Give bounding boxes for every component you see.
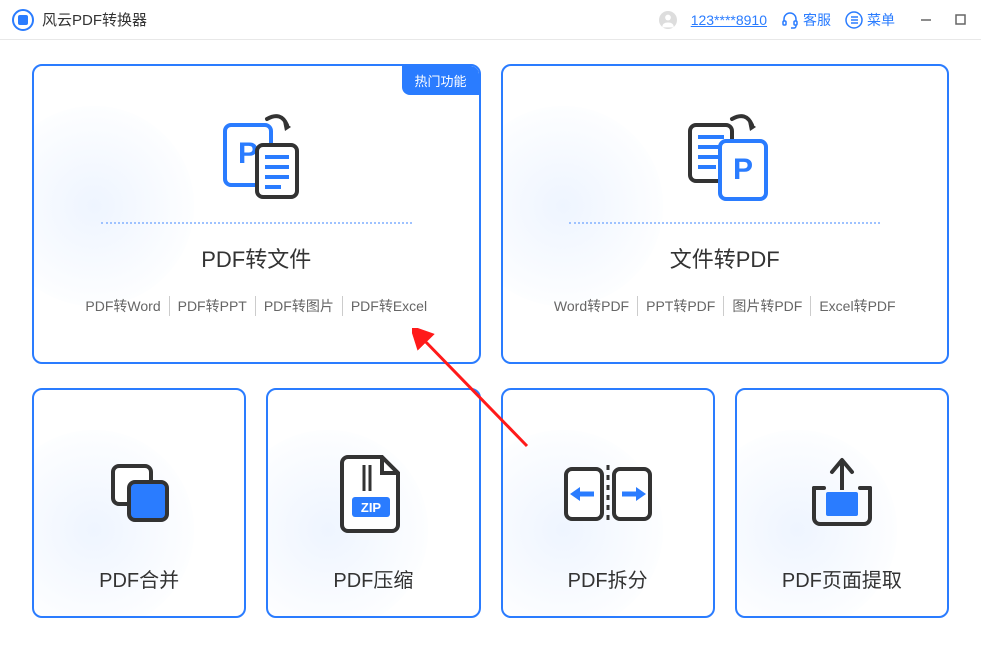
sub-pdf-to-word[interactable]: PDF转Word [77, 296, 168, 316]
content-area: 热门功能 P PDF转文件 [0, 40, 981, 642]
customer-service-label: 客服 [803, 10, 831, 30]
file-to-pdf-icon: P [670, 106, 780, 216]
hot-badge: 热门功能 [402, 66, 478, 95]
sub-image-to-pdf[interactable]: 图片转PDF [723, 296, 810, 316]
card-file-to-pdf[interactable]: P 文件转PDF Word转PDF PPT转PDF 图片转PDF Excel转P… [501, 64, 950, 364]
user-id-link[interactable]: 123****8910 [691, 12, 767, 28]
svg-text:ZIP: ZIP [361, 500, 382, 515]
card-title: PDF拆分 [568, 564, 648, 593]
headset-icon [781, 11, 799, 29]
sub-excel-to-pdf[interactable]: Excel转PDF [810, 296, 903, 316]
top-row: 热门功能 P PDF转文件 [32, 64, 949, 364]
app-title: 风云PDF转换器 [42, 9, 147, 30]
menu-list-icon [845, 11, 863, 29]
avatar-icon[interactable] [659, 11, 677, 29]
file-to-pdf-sublist: Word转PDF PPT转PDF 图片转PDF Excel转PDF [546, 296, 904, 316]
sub-word-to-pdf[interactable]: Word转PDF [546, 296, 637, 316]
menu-label: 菜单 [867, 10, 895, 30]
pdf-merge-icon [99, 444, 179, 544]
sub-pdf-to-excel[interactable]: PDF转Excel [342, 296, 435, 316]
bottom-row: PDF合并 ZIP PDF压缩 [32, 388, 949, 618]
pdf-extract-icon [802, 444, 882, 544]
divider [101, 222, 412, 224]
titlebar-right: 123****8910 客服 [659, 10, 969, 30]
svg-text:P: P [733, 153, 753, 186]
app-logo-icon [12, 9, 34, 31]
card-pdf-split[interactable]: PDF拆分 [501, 388, 715, 618]
card-pdf-extract[interactable]: PDF页面提取 [735, 388, 949, 618]
card-title: PDF页面提取 [782, 564, 902, 593]
app-window: 风云PDF转换器 123****8910 [0, 0, 981, 664]
maximize-button[interactable] [951, 11, 969, 29]
titlebar-left: 风云PDF转换器 [12, 9, 147, 31]
sub-ppt-to-pdf[interactable]: PPT转PDF [637, 296, 723, 316]
card-title: PDF压缩 [333, 564, 413, 593]
card-title: PDF转文件 [201, 242, 311, 274]
card-pdf-merge[interactable]: PDF合并 [32, 388, 246, 618]
minimize-button[interactable] [917, 11, 935, 29]
titlebar: 风云PDF转换器 123****8910 [0, 0, 981, 40]
card-pdf-compress[interactable]: ZIP PDF压缩 [266, 388, 480, 618]
pdf-to-file-icon: P [201, 106, 311, 216]
card-title: 文件转PDF [670, 242, 780, 274]
menu-button[interactable]: 菜单 [845, 10, 895, 30]
sub-pdf-to-image[interactable]: PDF转图片 [255, 296, 342, 316]
pdf-compress-icon: ZIP [338, 444, 408, 544]
window-controls [917, 11, 969, 29]
card-pdf-to-file[interactable]: 热门功能 P PDF转文件 [32, 64, 481, 364]
divider [569, 222, 880, 224]
pdf-split-icon [558, 444, 658, 544]
customer-service-button[interactable]: 客服 [781, 10, 831, 30]
pdf-to-file-sublist: PDF转Word PDF转PPT PDF转图片 PDF转Excel [77, 296, 435, 316]
sub-pdf-to-ppt[interactable]: PDF转PPT [169, 296, 255, 316]
card-title: PDF合并 [99, 564, 179, 593]
